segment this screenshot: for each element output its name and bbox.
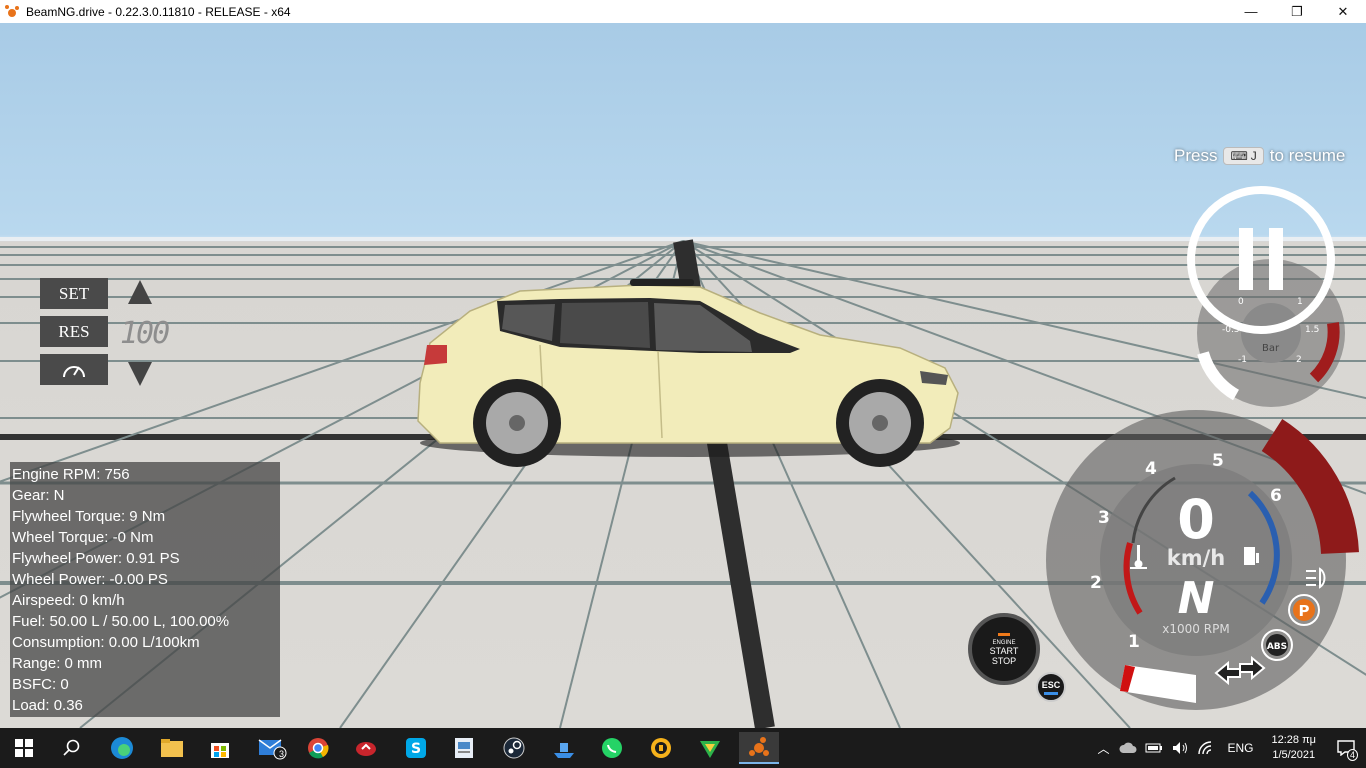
- system-tray: ︿ ENG 12:28 πμ 1/5/2021 4: [1091, 728, 1366, 768]
- rpm-tick: 2: [1090, 573, 1102, 593]
- engine-start-stop-button[interactable]: ENGINE START STOP: [968, 613, 1040, 685]
- speed-unit: km/h: [1167, 546, 1225, 570]
- boost-tick: 2: [1296, 355, 1302, 365]
- speed-readout: 0: [1177, 488, 1215, 551]
- taskbar-app-shield[interactable]: [641, 732, 681, 764]
- parking-label: P: [1299, 602, 1310, 620]
- document-viewer-icon: [455, 738, 473, 758]
- esc-label: ESC: [1041, 679, 1061, 690]
- taskbar-store[interactable]: [200, 732, 240, 764]
- abs-label: ABS: [1267, 642, 1287, 652]
- dashboard-gauges: Bar 0 1 1.5 2 -1 -0.5 1 2 3 4 5 6 0 km/h…: [1046, 186, 1359, 710]
- boost-tick: 1.5: [1305, 325, 1319, 335]
- taskbar-mail[interactable]: 3: [252, 732, 292, 764]
- store-icon: [211, 743, 229, 758]
- title-bar: BeamNG.drive - 0.22.3.0.11810 - RELEASE …: [0, 0, 1366, 23]
- taskbar-edge[interactable]: [102, 732, 142, 764]
- app-green-icon: [700, 741, 720, 758]
- taskbar-whatsapp[interactable]: [592, 732, 632, 764]
- taskbar-beamng[interactable]: [739, 732, 779, 764]
- startstop-line3: STOP: [991, 655, 1017, 666]
- boost-tick: 1: [1297, 297, 1303, 307]
- boost-tick: -1: [1238, 355, 1247, 365]
- clock-date: 1/5/2021: [1272, 749, 1316, 761]
- rpm-tick: 4: [1145, 459, 1157, 479]
- wifi-icon[interactable]: [1197, 741, 1215, 755]
- rpm-tick: 5: [1212, 451, 1224, 471]
- input-language[interactable]: ENG: [1227, 741, 1253, 755]
- volume-icon[interactable]: [1171, 741, 1189, 755]
- start-button[interactable]: [4, 732, 44, 764]
- battery-icon[interactable]: [1145, 742, 1163, 754]
- game-viewport[interactable]: Press ⌨ J to resume SET RES 100 Engine R…: [0, 23, 1366, 728]
- taskbar-file-explorer[interactable]: [152, 732, 192, 764]
- skype-icon: S: [406, 738, 426, 758]
- taskbar-app-green[interactable]: [690, 732, 730, 764]
- taskbar-app-red[interactable]: [346, 732, 386, 764]
- beamng-app-icon: [5, 4, 19, 17]
- taskbar-skype[interactable]: S: [396, 732, 436, 764]
- engine-indicator: [998, 632, 1010, 636]
- rpm-unit: x1000 RPM: [1162, 622, 1229, 636]
- rpm-tick: 1: [1128, 632, 1140, 652]
- windows-taskbar: 3 S ︿ ENG 12:28 πμ 1/5/2021 4: [0, 728, 1366, 768]
- window-title: BeamNG.drive - 0.22.3.0.11810 - RELEASE …: [26, 4, 291, 19]
- esc-indicator: [1044, 691, 1058, 695]
- show-hidden-icons-chevron-up-icon[interactable]: ︿: [1097, 740, 1109, 757]
- windows-logo-icon: [15, 739, 33, 757]
- parking-brake-icon: P: [1288, 594, 1320, 626]
- taskbar-chrome[interactable]: [298, 732, 338, 764]
- mail-badge: 3: [279, 749, 285, 759]
- onedrive-cloud-icon[interactable]: [1119, 741, 1137, 755]
- chrome-icon: [308, 738, 329, 759]
- boost-tick: 0: [1238, 297, 1244, 307]
- gear-readout: N: [1178, 573, 1215, 624]
- close-button[interactable]: ✕: [1320, 0, 1366, 23]
- action-center-button[interactable]: 4: [1326, 728, 1366, 768]
- rpm-tick: 6: [1270, 486, 1282, 506]
- taskbar-app-doc[interactable]: [444, 732, 484, 764]
- edge-icon: [111, 737, 133, 759]
- abs-icon: ABS: [1261, 629, 1293, 661]
- notification-badge: 4: [1346, 749, 1358, 761]
- rpm-tick: 3: [1098, 508, 1110, 528]
- ship-icon: [554, 743, 574, 758]
- app-red-icon: [356, 742, 376, 756]
- minimize-button[interactable]: —: [1228, 0, 1274, 23]
- search-button[interactable]: [52, 732, 92, 764]
- tachometer: 1 2 3 4 5 6 0 km/h N x1000 RPM P ABS: [1046, 410, 1359, 710]
- clock[interactable]: 12:28 πμ 1/5/2021: [1271, 733, 1316, 763]
- pause-icon: [1239, 228, 1253, 290]
- folder-icon: [161, 739, 183, 757]
- clock-time: 12:28 πμ: [1271, 734, 1316, 746]
- whatsapp-icon: [602, 738, 622, 758]
- taskbar-steam[interactable]: [494, 732, 534, 764]
- boost-unit: Bar: [1262, 343, 1280, 354]
- steam-icon: [503, 737, 525, 759]
- maximize-button[interactable]: ❐: [1274, 0, 1320, 23]
- esc-button[interactable]: ESC: [1036, 672, 1066, 702]
- search-icon: [63, 739, 80, 756]
- startstop-line2: START: [989, 645, 1019, 656]
- svg-text:S: S: [411, 741, 421, 757]
- vpn-shield-icon: [651, 738, 671, 758]
- taskbar-app-ship[interactable]: [544, 732, 584, 764]
- beamng-icon: [749, 737, 769, 756]
